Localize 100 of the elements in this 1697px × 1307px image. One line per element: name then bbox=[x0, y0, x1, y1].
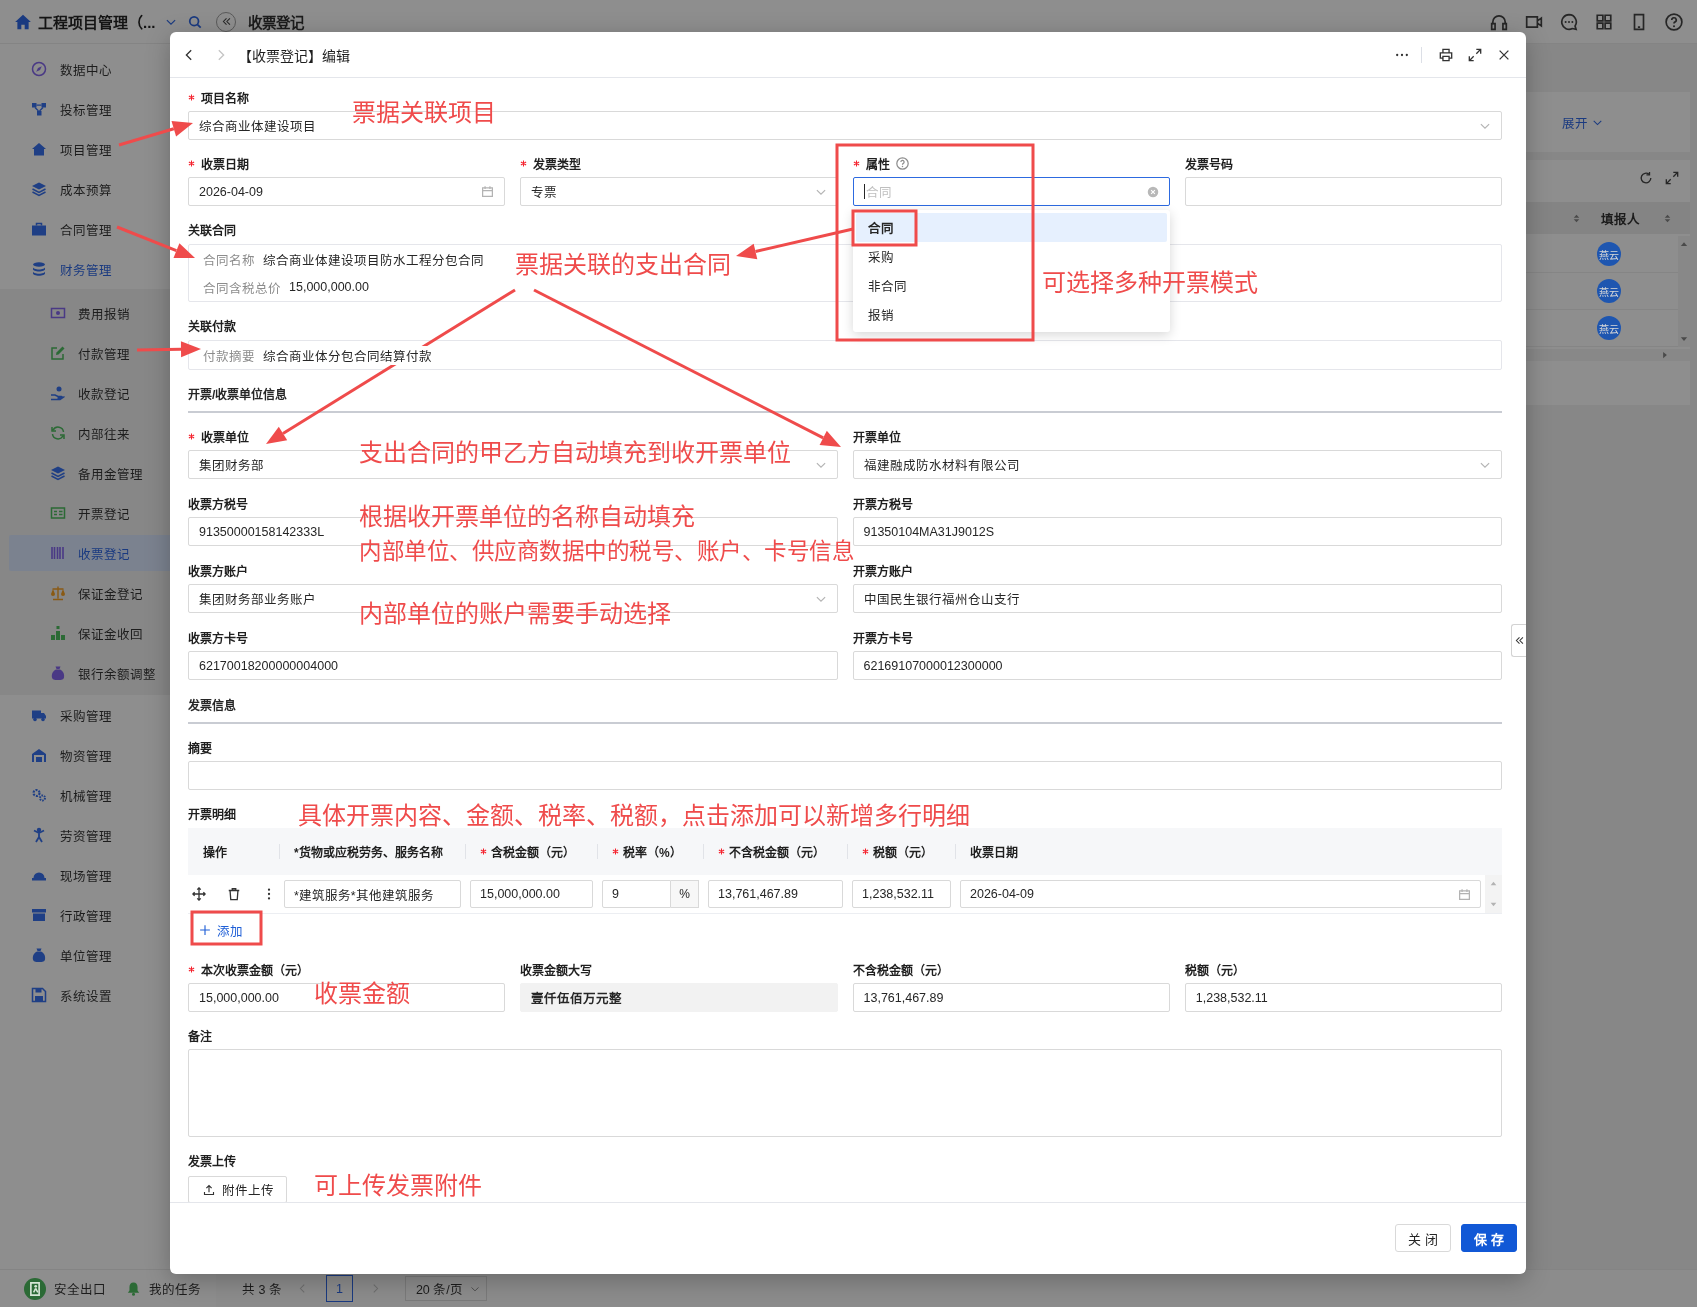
info-value: 15,000,000.00 bbox=[289, 280, 369, 294]
upload-button[interactable]: 附件上传 bbox=[188, 1176, 287, 1202]
textarea-field[interactable] bbox=[188, 1049, 1502, 1137]
field-label: 关联合同 bbox=[188, 222, 236, 238]
refresh-icon[interactable] bbox=[1639, 171, 1653, 185]
annotation-text: 可选择多种开票模式 bbox=[1042, 269, 1258, 297]
delete-icon[interactable] bbox=[227, 887, 241, 901]
input-field[interactable]: 62170018200000004000 bbox=[188, 651, 838, 680]
edit-icon bbox=[50, 345, 66, 361]
column-header: 税额（元） bbox=[873, 845, 933, 860]
annotation-text: 收票金额 bbox=[314, 980, 410, 1008]
field-label: 项目名称 bbox=[201, 90, 249, 106]
page-title: 收票登记 bbox=[248, 13, 304, 32]
column-header: 收票日期 bbox=[970, 845, 1018, 860]
input-field[interactable] bbox=[1184, 177, 1502, 206]
column-header: 不含税金额（元） bbox=[729, 845, 825, 860]
info-label: 合同含税总价 bbox=[203, 280, 281, 297]
maximize-icon[interactable] bbox=[1468, 47, 1482, 62]
save-button[interactable]: 保存 bbox=[1461, 1224, 1517, 1252]
banknote-icon bbox=[50, 305, 66, 321]
readonly-field: 壹仟伍佰万元整 bbox=[520, 983, 838, 1012]
field-label: 收票方卡号 bbox=[188, 630, 248, 646]
info-value: 综合商业体分包合同结算付款 bbox=[263, 345, 432, 365]
annotation-arrow bbox=[136, 341, 201, 358]
print-icon[interactable] bbox=[1439, 47, 1453, 62]
input-field[interactable]: 62169107000012300000 bbox=[852, 651, 1502, 680]
date-field[interactable]: 2026-04-09 bbox=[960, 880, 1481, 908]
select-field[interactable]: 专票 bbox=[520, 177, 838, 206]
grid-icon[interactable] bbox=[1595, 12, 1613, 31]
field-label: 摘要 bbox=[188, 740, 212, 756]
table-input[interactable]: 15,000,000.00 bbox=[470, 880, 593, 908]
layers-icon bbox=[50, 465, 66, 481]
field-label: 开票方卡号 bbox=[852, 630, 913, 646]
field-label: 属性 bbox=[865, 156, 890, 172]
sidebar-item[interactable]: 数据中心 bbox=[0, 49, 216, 89]
annotation-text: 票据关联的支出合同 bbox=[515, 251, 731, 279]
input-field[interactable]: 91350104MA31J9012S bbox=[852, 517, 1502, 546]
input-field[interactable]: 13,761,467.89 bbox=[852, 983, 1170, 1012]
briefcase-icon bbox=[31, 221, 47, 237]
expand-panel-button[interactable] bbox=[1511, 624, 1526, 657]
sidebar-footer-link[interactable]: 安全出口 bbox=[24, 1277, 106, 1300]
dropdown-option[interactable]: 采购 bbox=[855, 242, 908, 271]
help-icon[interactable] bbox=[895, 156, 909, 170]
exit-icon bbox=[24, 1277, 46, 1300]
field-label: 发票上传 bbox=[188, 1153, 236, 1169]
input-field[interactable] bbox=[188, 761, 1502, 790]
money-bag-icon bbox=[50, 665, 66, 681]
expand-filter-link[interactable]: 展开 bbox=[1562, 112, 1603, 132]
dropdown-option[interactable]: 合同 bbox=[855, 213, 1167, 242]
layers-icon bbox=[31, 181, 47, 197]
headset-icon[interactable] bbox=[1490, 12, 1508, 31]
double-chevron-left-icon bbox=[220, 16, 232, 27]
info-label: 合同名称 bbox=[203, 252, 255, 269]
collapse-sidebar-button[interactable] bbox=[216, 11, 236, 32]
help-icon[interactable] bbox=[1665, 12, 1683, 31]
bars-icon bbox=[50, 625, 66, 641]
dropdown-option[interactable]: 非合同 bbox=[855, 271, 921, 300]
column-header: 含税金额（元） bbox=[491, 845, 575, 860]
chat-icon[interactable] bbox=[1560, 12, 1578, 31]
input-field[interactable]: 中国民生银行福州仓山支行 bbox=[852, 584, 1502, 613]
dropdown-option[interactable]: 报销 bbox=[855, 300, 908, 329]
field-label: 税额（元） bbox=[1184, 962, 1245, 978]
field-label: 收票日期 bbox=[201, 156, 249, 172]
barcode-icon bbox=[50, 545, 66, 561]
input-field[interactable]: 1,238,532.11 bbox=[1184, 983, 1502, 1012]
double-chevron-left-icon bbox=[1513, 635, 1525, 646]
text-cursor-icon bbox=[863, 184, 865, 199]
user-avatar: 燕云 bbox=[1597, 316, 1621, 340]
date-field[interactable]: 2026-04-09 bbox=[188, 177, 506, 206]
sidebar-footer-link[interactable]: 我的任务 bbox=[126, 1279, 201, 1298]
user-avatar: 燕云 bbox=[1597, 279, 1621, 303]
plus-icon bbox=[199, 924, 211, 936]
field-label: 备注 bbox=[188, 1028, 212, 1044]
person-icon bbox=[31, 827, 47, 843]
table-input[interactable]: 9 bbox=[602, 880, 671, 908]
table-input[interactable]: 13,761,467.89 bbox=[708, 880, 843, 908]
field-label: 发票号码 bbox=[1184, 156, 1233, 172]
field-label: 开票方税号 bbox=[852, 496, 913, 512]
annotation-text: 可上传发票附件 bbox=[314, 1172, 482, 1200]
search-icon[interactable] bbox=[187, 14, 202, 29]
field-label: 发票类型 bbox=[533, 156, 582, 172]
pagination-total: 共 3 条 bbox=[242, 1282, 282, 1298]
house-icon bbox=[31, 141, 47, 157]
column-header: *货物或应税劳务、服务名称 bbox=[294, 844, 443, 860]
section-title: 发票信息 bbox=[188, 697, 236, 713]
page-button[interactable]: 1 bbox=[325, 1275, 353, 1302]
field-label: 开票方账户 bbox=[852, 563, 913, 579]
app-title: 工程项目管理（... bbox=[38, 13, 156, 32]
section-title: 开票/收票单位信息 bbox=[188, 386, 288, 402]
move-icon[interactable] bbox=[192, 887, 206, 901]
close-button[interactable]: 关闭 bbox=[1395, 1224, 1451, 1252]
select-field[interactable]: 福建融成防水材料有限公司 bbox=[852, 450, 1502, 479]
home-icon[interactable] bbox=[14, 12, 32, 31]
table-input[interactable]: *建筑服务*其他建筑服务 bbox=[284, 880, 461, 908]
money-bag-icon bbox=[31, 947, 47, 963]
clear-icon[interactable] bbox=[1146, 185, 1159, 198]
field-label: 关联付款 bbox=[188, 318, 236, 334]
fullscreen-icon[interactable] bbox=[1665, 171, 1679, 185]
table-input[interactable]: 1,238,532.11 bbox=[852, 880, 951, 908]
page-size-select[interactable]: 20 条/页 bbox=[404, 1276, 487, 1301]
